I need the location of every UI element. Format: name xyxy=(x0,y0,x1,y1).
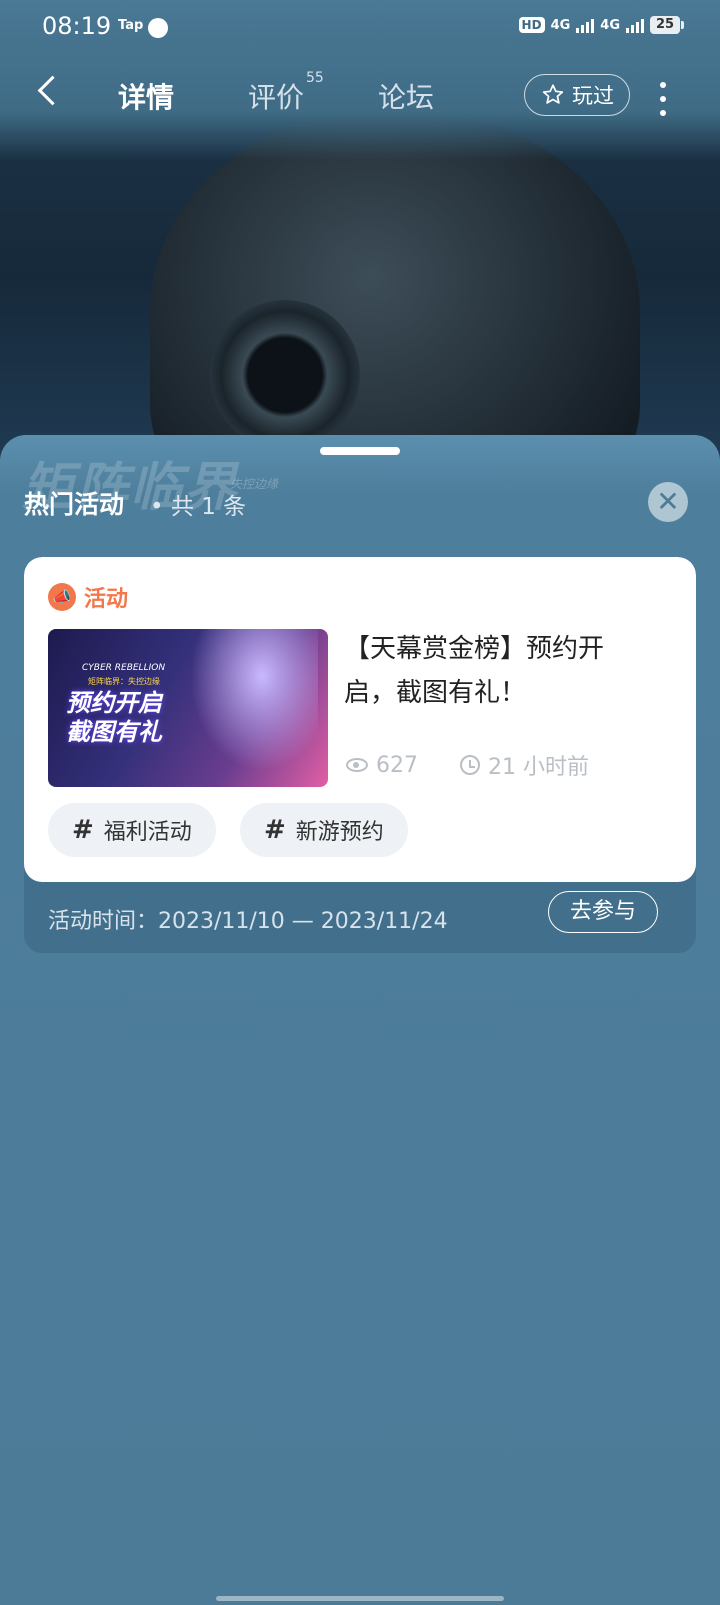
tab-forum[interactable]: 论坛 xyxy=(378,76,434,116)
sheet-count: • 共 1 条 xyxy=(150,494,247,520)
sheet-count-text: 共 1 条 xyxy=(170,494,247,520)
star-plus-icon xyxy=(542,84,564,104)
time-item: 21 小时前 xyxy=(460,749,589,781)
chip-label: 新游预约 xyxy=(295,820,384,845)
activity-meta: 627 21 小时前 xyxy=(346,749,589,781)
activity-title[interactable]: 【天幕赏金榜】预约开启，截图有礼！ xyxy=(344,627,644,715)
played-label: 玩过 xyxy=(572,84,614,108)
back-arrow-icon[interactable] xyxy=(37,75,68,106)
signal-icon xyxy=(576,17,595,33)
network-label-2: 4G xyxy=(600,17,620,33)
views-count: 627 xyxy=(376,752,418,778)
activity-time: 活动时间：2023/11/10 — 2023/11/24 xyxy=(48,909,448,934)
hashtag-icon: # xyxy=(264,815,286,845)
thumbnail-brand: CYBER REBELLION xyxy=(82,663,166,673)
hero-helmet-lens xyxy=(210,300,360,450)
tap-app-icon: Tap xyxy=(118,18,144,33)
battery-icon: 25 xyxy=(650,16,684,34)
megaphone-icon: 📣 xyxy=(48,583,76,611)
activity-sheet: 矩阵临界 失控边缘 热门活动 • 共 1 条 ✕ 📣 活动 CYBER REBE… xyxy=(0,435,720,1605)
hashtag-icon: # xyxy=(72,815,94,845)
thumbnail-text: 预约开启 截图有礼 xyxy=(66,689,162,747)
home-indicator[interactable] xyxy=(216,1596,504,1601)
join-button[interactable]: 去参与 xyxy=(548,891,658,933)
activity-tag: 📣 活动 xyxy=(48,581,128,613)
activity-card[interactable]: 📣 活动 CYBER REBELLION 矩阵临界：失控边缘 预约开启 截图有礼… xyxy=(24,557,696,953)
status-right: HD 4G 4G 25 xyxy=(518,16,684,34)
signal-icon-2 xyxy=(626,17,644,33)
tab-details[interactable]: 详情 xyxy=(118,76,174,116)
review-count-badge: 55 xyxy=(306,70,324,86)
chip-label: 福利活动 xyxy=(103,820,192,845)
close-icon[interactable]: ✕ xyxy=(648,482,688,522)
activity-card-body[interactable]: 📣 活动 CYBER REBELLION 矩阵临界：失控边缘 预约开启 截图有礼… xyxy=(24,557,696,882)
status-time: 08:19 xyxy=(42,12,112,40)
network-label-1: 4G xyxy=(550,17,571,33)
chip-welfare[interactable]: # 福利活动 xyxy=(48,803,216,857)
sheet-drag-handle[interactable] xyxy=(320,447,400,455)
status-bar: 08:19 Tap HD 4G 4G 25 xyxy=(0,0,720,56)
time-ago: 21 小时前 xyxy=(488,755,589,780)
more-menu-icon[interactable] xyxy=(660,82,666,124)
thumbnail-line1: 预约开启 xyxy=(66,689,162,717)
thumbnail-line2: 截图有礼 xyxy=(66,718,162,746)
chip-new-game[interactable]: # 新游预约 xyxy=(240,803,408,857)
thumbnail-characters xyxy=(178,629,318,787)
eye-icon xyxy=(346,758,368,772)
hd-icon: HD xyxy=(518,17,545,33)
activity-tag-label: 活动 xyxy=(84,587,129,612)
top-nav: 详情 评价 55 论坛 玩过 xyxy=(0,62,720,132)
sheet-title: 热门活动 xyxy=(24,490,125,519)
clock-icon xyxy=(460,755,480,775)
views-item: 627 xyxy=(346,749,418,781)
notification-icon xyxy=(148,18,168,38)
thumbnail-subtitle: 矩阵临界：失控边缘 xyxy=(88,677,160,686)
activity-thumbnail[interactable]: CYBER REBELLION 矩阵临界：失控边缘 预约开启 截图有礼 xyxy=(48,629,328,787)
played-button[interactable]: 玩过 xyxy=(524,74,630,116)
tab-reviews[interactable]: 评价 xyxy=(248,76,304,116)
